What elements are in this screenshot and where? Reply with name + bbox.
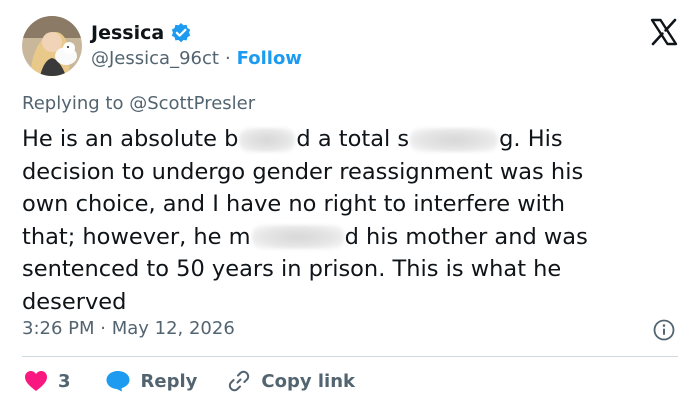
tweet-line-2: decision to undergo gender reassignment … <box>22 158 584 185</box>
like-count: 3 <box>58 370 71 392</box>
replying-to: Replying to @ScottPresler <box>22 93 255 114</box>
copy-link-button[interactable]: Copy link <box>227 369 355 393</box>
separator-dot: · <box>224 48 231 69</box>
author-handle[interactable]: @Jessica_96ct <box>91 48 219 69</box>
tweet-line-5: sentenced to 50 years in prison. This is… <box>22 256 562 282</box>
reply-label: Reply <box>140 370 198 392</box>
action-bar: 3 Reply Copy link <box>24 369 355 393</box>
redaction-blur <box>251 225 344 249</box>
handle-row: @Jessica_96ct · Follow <box>91 48 302 69</box>
like-button[interactable]: 3 <box>24 370 71 392</box>
x-logo-icon[interactable] <box>650 18 678 46</box>
tweet-line-4: that; however, he md his mother and was <box>22 223 588 250</box>
reply-bubble-icon <box>105 370 131 392</box>
reply-button[interactable]: Reply <box>105 370 198 392</box>
verified-badge-icon <box>170 22 192 44</box>
replying-to-mention[interactable]: @ScottPresler <box>129 93 255 114</box>
replying-to-prefix: Replying to <box>22 93 124 114</box>
redaction-blur <box>410 127 499 152</box>
author-name[interactable]: Jessica <box>91 22 164 44</box>
link-icon <box>227 369 251 393</box>
divider <box>22 356 678 357</box>
copy-link-label: Copy link <box>261 370 355 392</box>
timestamp[interactable]: 3:26 PM · May 12, 2026 <box>22 318 235 339</box>
heart-icon <box>24 370 48 392</box>
follow-button[interactable]: Follow <box>237 48 302 69</box>
info-icon[interactable] <box>653 319 675 341</box>
redaction-blur <box>239 127 296 152</box>
tweet-line-3: own choice, and I have no right to inter… <box>22 191 565 217</box>
author-name-row: Jessica <box>91 22 192 44</box>
tweet-line-1: He is an absolute bd a total s g. His <box>22 126 563 152</box>
tweet-text: He is an absolute bd a total s g. His dec… <box>22 123 682 318</box>
tweet-line-6: deserved <box>22 288 127 315</box>
avatar[interactable] <box>22 16 82 76</box>
